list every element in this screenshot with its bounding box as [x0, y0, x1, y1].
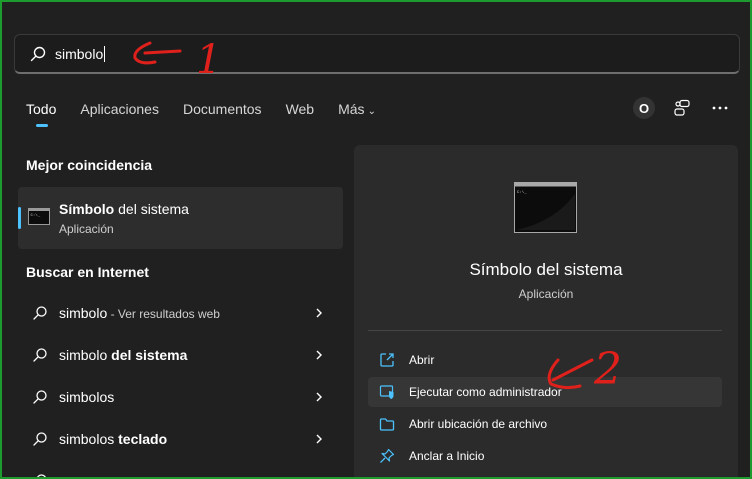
top-right-icons: O — [618, 96, 732, 120]
open-icon — [380, 353, 394, 367]
search-icon — [36, 474, 47, 479]
pin-icon — [380, 448, 395, 463]
shield-icon — [379, 385, 394, 399]
best-match-title-bold: Símbolo — [59, 201, 115, 217]
web-result-label: simbolos — [59, 389, 114, 405]
search-icon — [33, 348, 47, 362]
more-horizontal-icon — [712, 106, 728, 110]
tab-aplicaciones[interactable]: Aplicaciones — [80, 98, 159, 126]
filter-tabs: Todo Aplicaciones Documentos Web Más ⌄ — [26, 98, 400, 128]
search-icon — [33, 432, 47, 446]
action-label: Ejecutar como administrador — [409, 385, 562, 399]
action-run-as-admin[interactable]: Ejecutar como administrador — [368, 377, 722, 407]
web-result-text: simbolo — [59, 347, 112, 363]
tab-mas-label: Más — [338, 101, 365, 117]
chevron-right-icon — [316, 392, 322, 402]
search-icon — [30, 46, 46, 61]
preview-title: Símbolo del sistema — [469, 260, 623, 279]
web-result-item-partial[interactable] — [18, 465, 343, 479]
chevron-right-icon — [316, 350, 322, 360]
web-result-label: simbolo del sistema — [59, 347, 187, 363]
web-result-text: simbolos — [59, 389, 115, 405]
best-match-heading: Mejor coincidencia — [26, 157, 153, 173]
account-button[interactable]: O — [632, 96, 656, 120]
web-result-item[interactable]: simbolo del sistema — [18, 339, 343, 371]
search-input[interactable]: simbolo — [55, 46, 103, 62]
search-bar[interactable]: simbolo — [14, 34, 740, 74]
chevron-down-icon: ⌄ — [367, 106, 376, 117]
command-prompt-icon: C:\_ — [28, 208, 50, 225]
selection-accent — [18, 207, 21, 229]
best-match-title-rest: del sistema — [114, 201, 189, 217]
svg-text:C:\_: C:\_ — [31, 213, 41, 218]
web-search-heading: Buscar en Internet — [26, 264, 149, 280]
web-result-item[interactable]: simbolos teclado — [18, 423, 343, 455]
web-result-text: simbolos — [59, 431, 119, 447]
preview-subtitle: Aplicación — [518, 287, 574, 301]
text-caret — [104, 45, 106, 62]
tab-documentos[interactable]: Documentos — [183, 98, 262, 126]
action-label: Abrir — [409, 353, 435, 367]
web-result-bold: del sistema — [111, 347, 188, 363]
best-match-title: Símbolo del sistema — [59, 201, 189, 217]
best-match-result[interactable]: C:\_ Símbolo del sistema Aplicación — [18, 187, 343, 249]
tab-mas[interactable]: Más ⌄ — [338, 98, 376, 126]
web-result-label: simbolos teclado — [59, 431, 167, 447]
web-result-item[interactable]: simbolo - Ver resultados web — [18, 297, 343, 329]
action-open[interactable]: Abrir — [368, 345, 722, 375]
action-pin-to-start[interactable]: Anclar a Inicio — [368, 441, 722, 471]
share-icon — [674, 99, 690, 116]
web-result-hint: - Ver resultados web — [107, 307, 220, 321]
divider — [368, 330, 722, 331]
tab-web[interactable]: Web — [286, 98, 315, 126]
svg-text:C:\_: C:\_ — [517, 190, 527, 195]
chevron-right-icon — [316, 308, 322, 318]
best-match-subtitle: Aplicación — [59, 222, 114, 236]
account-avatar: O — [633, 97, 655, 119]
action-label: Anclar a Inicio — [409, 449, 485, 463]
share-button[interactable] — [670, 96, 694, 120]
chevron-right-icon — [316, 434, 322, 444]
more-options-button[interactable] — [708, 96, 732, 120]
web-result-label: simbolo - Ver resultados web — [59, 305, 220, 321]
web-result-bold: teclado — [118, 431, 168, 447]
action-label: Abrir ubicación de archivo — [409, 417, 548, 431]
web-result-text: simbolo — [59, 305, 108, 321]
command-prompt-icon: C:\_ — [514, 182, 577, 233]
web-result-item[interactable]: simbolos — [18, 381, 343, 413]
action-open-file-location[interactable]: Abrir ubicación de archivo — [368, 409, 722, 439]
folder-icon — [379, 418, 395, 431]
search-icon — [33, 306, 47, 320]
search-icon — [33, 390, 47, 404]
tab-todo[interactable]: Todo — [26, 98, 56, 127]
preview-panel: C:\_ Símbolo del sistema Aplicación Abri… — [354, 145, 738, 479]
